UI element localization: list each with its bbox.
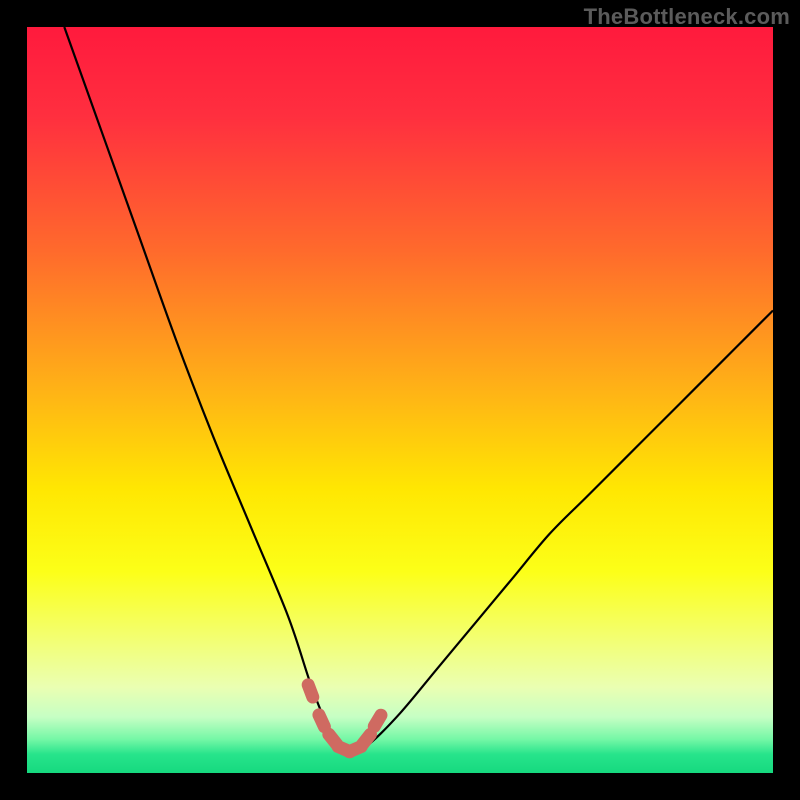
gradient-background: [27, 27, 773, 773]
watermark-text: TheBottleneck.com: [584, 4, 790, 30]
plot-area: [27, 27, 773, 773]
chart-frame: TheBottleneck.com: [0, 0, 800, 800]
bottleneck-chart: [27, 27, 773, 773]
